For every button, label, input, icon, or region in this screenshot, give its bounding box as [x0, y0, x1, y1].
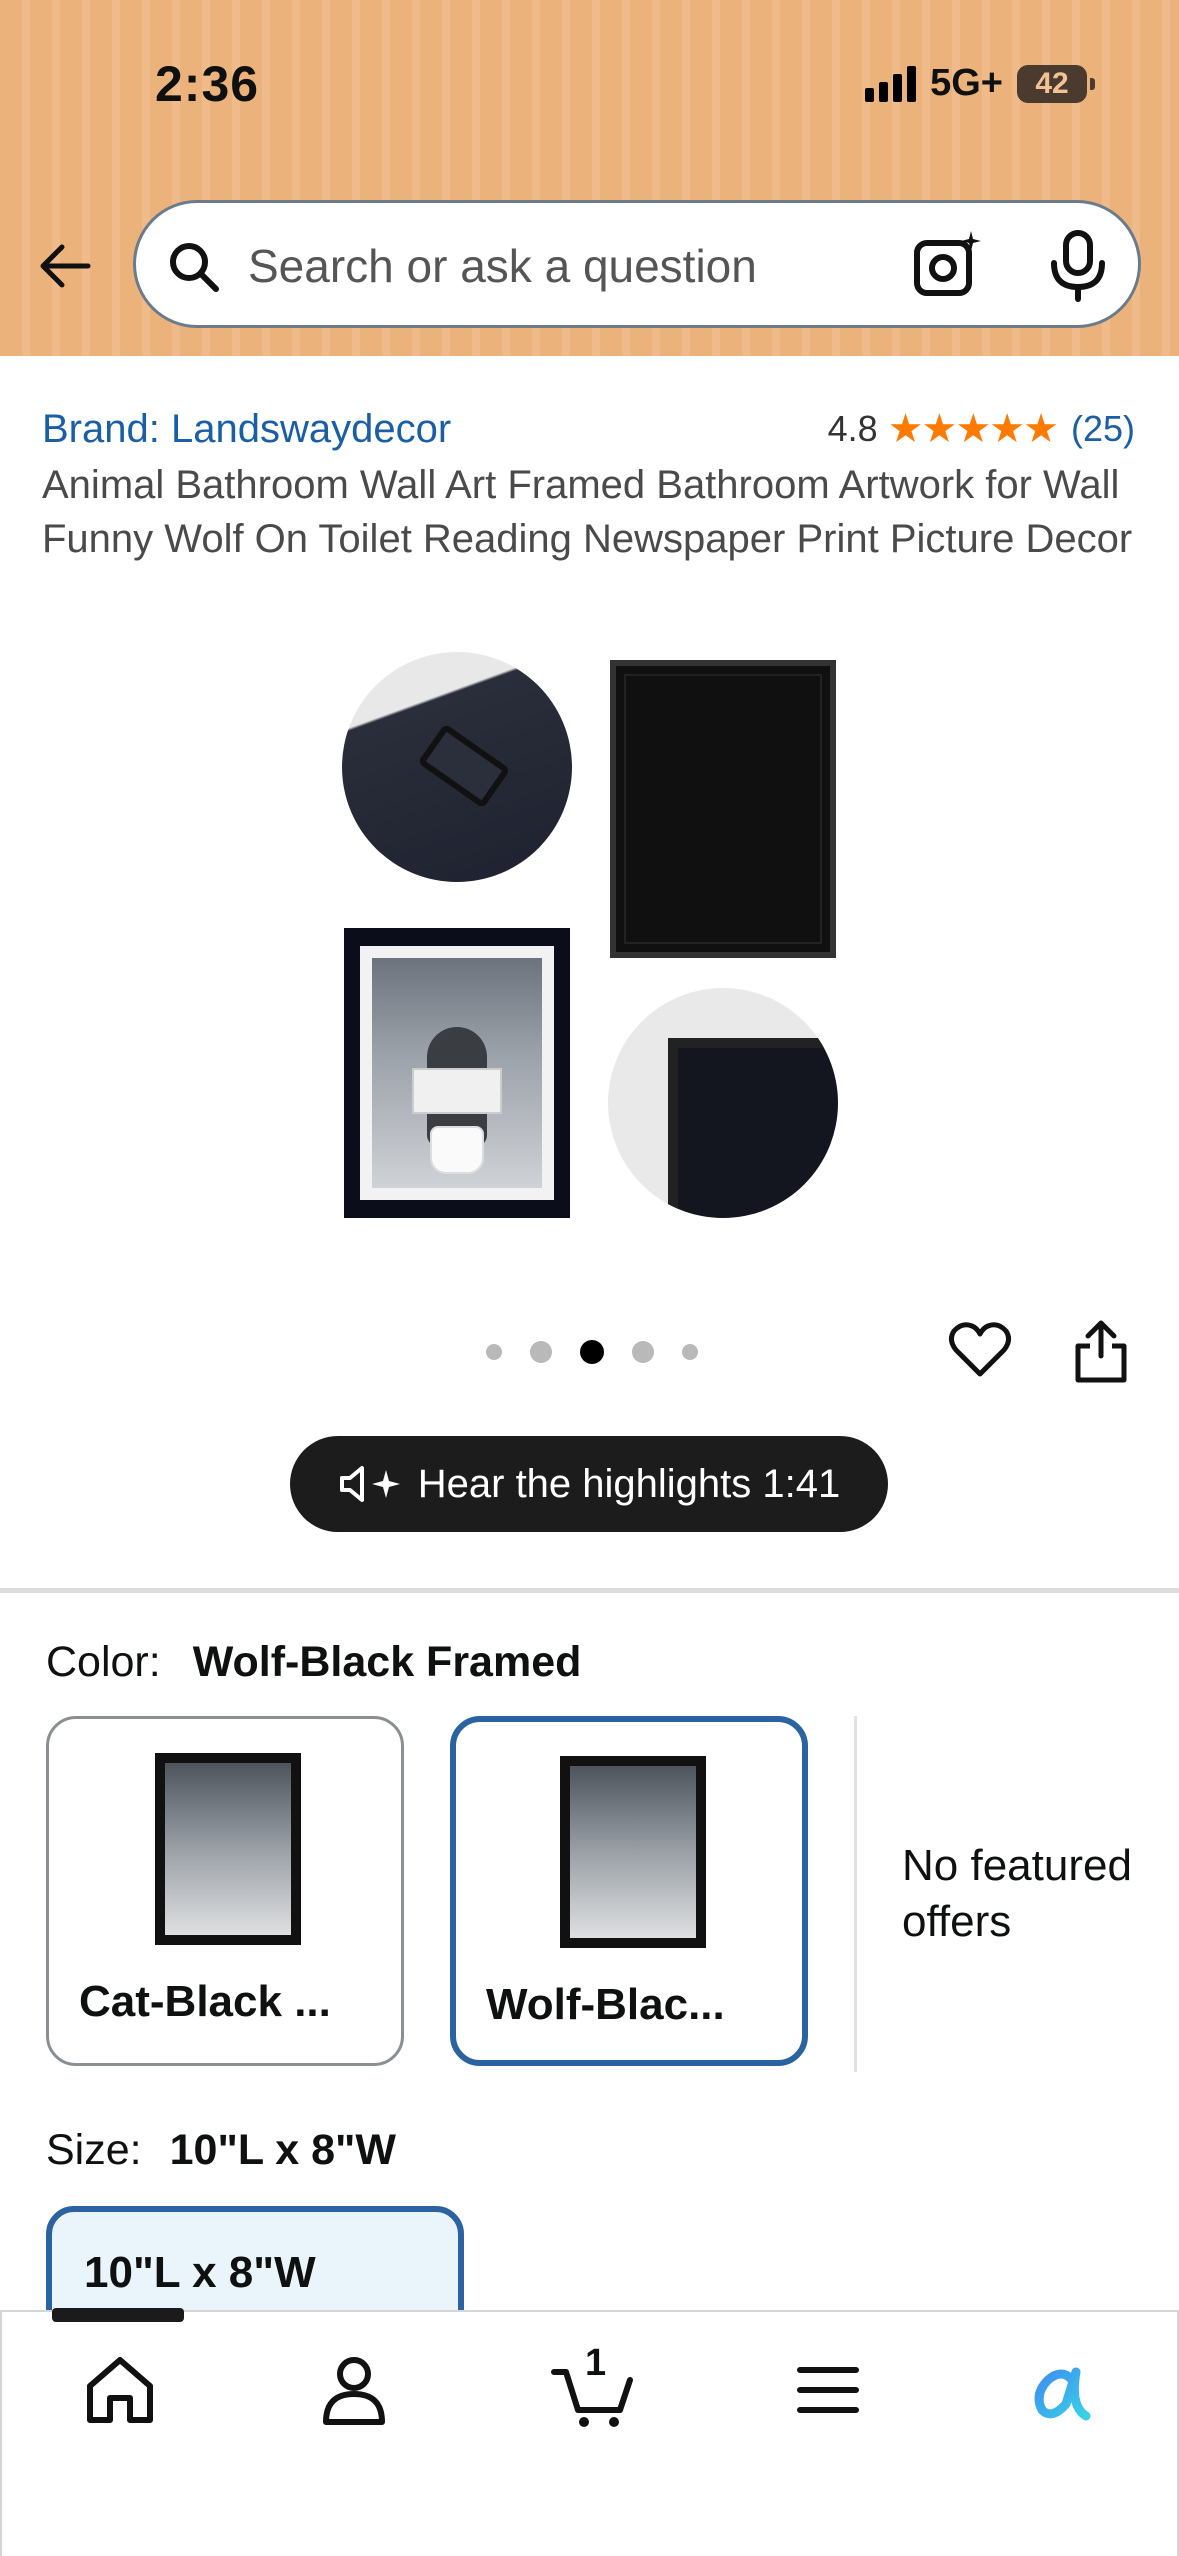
color-label: Color: [46, 1638, 161, 1686]
color-option-thumbnail [155, 1753, 301, 1945]
carousel-dot[interactable] [682, 1344, 698, 1360]
no-offers-text: No featured offers [902, 1841, 1132, 1946]
color-selector-heading: Color: Wolf-Black Framed [46, 1638, 581, 1687]
search-bar[interactable]: Search or ask a question [133, 200, 1141, 328]
search-icon [170, 243, 219, 292]
bottom-navigation: 1 [0, 2310, 1179, 2556]
carousel-dot[interactable] [632, 1341, 654, 1363]
rufus-ai-icon[interactable] [1020, 2350, 1100, 2430]
hear-highlights-button[interactable]: Hear the highlights 1:41 [290, 1436, 888, 1532]
frame-corner-detail-image [608, 988, 838, 1218]
variation-divider [854, 1716, 857, 2072]
color-option-label: Cat-Black ... [79, 1977, 331, 2026]
home-icon[interactable] [80, 2350, 160, 2430]
carousel-dots[interactable] [486, 1340, 698, 1364]
share-icon[interactable] [1072, 1318, 1130, 1384]
review-count-link[interactable]: (25) [1071, 408, 1135, 450]
brand-link[interactable]: Brand: Landswaydecor [42, 407, 451, 452]
product-title: Animal Bathroom Wall Art Framed Bathroom… [42, 463, 1133, 561]
signal-icon [865, 65, 917, 102]
carousel-dot[interactable] [486, 1344, 502, 1360]
size-value: 10"L x 8"W [169, 2126, 397, 2174]
camera-icon[interactable] [911, 227, 987, 303]
heart-icon[interactable] [948, 1320, 1012, 1380]
rating-value: 4.8 [827, 408, 878, 449]
network-label: 5G+ [930, 62, 1003, 104]
color-option-wolf[interactable]: Wolf-Blac... [450, 1716, 808, 2066]
section-divider [0, 1588, 1179, 1593]
battery-icon: 42 [1017, 64, 1095, 103]
size-chip-indicator [52, 2308, 184, 2322]
rating-summary[interactable]: 4.8 ★★★★★ (25) [828, 406, 1135, 452]
app-header: 2:36 5G+ 42 Search or ask a question [0, 0, 1179, 356]
star-rating-icon: ★★★★★ [887, 407, 1059, 451]
microphone-icon[interactable] [1046, 229, 1110, 303]
color-option-thumbnail [560, 1756, 706, 1948]
status-time: 2:36 [155, 56, 260, 112]
back-arrow-icon[interactable] [34, 235, 96, 297]
cart-count: 1 [585, 2342, 607, 2384]
hanger-detail-image [342, 652, 572, 882]
size-option-label: 10"L x 8"W [84, 2248, 316, 2297]
size-label: Size: [46, 2126, 142, 2174]
hear-highlights-label: Hear the highlights 1:41 [417, 1461, 841, 1506]
status-indicators: 5G+ 42 [865, 62, 1095, 105]
search-input[interactable]: Search or ask a question [248, 239, 757, 293]
carousel-dot[interactable] [530, 1341, 552, 1363]
color-option-cat[interactable]: Cat-Black ... [46, 1716, 404, 2066]
product-image[interactable] [0, 640, 1179, 1240]
menu-icon[interactable] [788, 2350, 868, 2430]
account-icon[interactable] [314, 2350, 394, 2430]
frame-back-image [610, 660, 836, 958]
speaker-sparkle-icon [339, 1466, 400, 1502]
color-value: Wolf-Black Framed [192, 1638, 582, 1686]
framed-print-image [344, 928, 570, 1218]
carousel-dot-active[interactable] [580, 1340, 604, 1364]
color-option-label: Wolf-Blac... [486, 1980, 725, 2029]
size-selector-heading: Size: 10"L x 8"W [46, 2126, 396, 2175]
